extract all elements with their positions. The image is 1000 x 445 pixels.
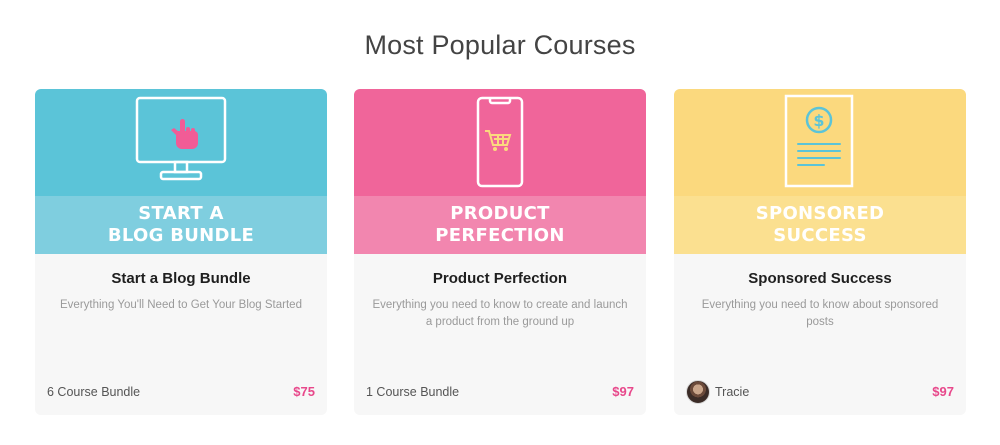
course-bundle-count: 6 Course Bundle [47,385,141,399]
course-card-image[interactable]: PRODUCT PERFECTION [354,89,646,254]
course-description: Everything you need to know about sponso… [701,299,939,328]
banner-line-1: PRODUCT [450,203,550,224]
course-card-image[interactable]: START A BLOG BUNDLE [35,89,327,254]
banner-line-2: SUCCESS [773,225,867,246]
course-bundle-count: 1 Course Bundle [366,385,460,399]
course-title[interactable]: Start a Blog Bundle [45,270,317,287]
course-card-product-perfection[interactable]: PRODUCT PERFECTION Product Perfection Ev… [354,89,646,415]
section-title: Most Popular Courses [364,30,636,60]
course-price: $75 [293,384,315,399]
course-title[interactable]: Sponsored Success [684,270,956,287]
course-card-start-a-blog-bundle[interactable]: START A BLOG BUNDLE Start a Blog Bundle … [35,89,327,415]
banner-line-1: START A [138,203,224,224]
author-name[interactable]: Tracie [715,385,749,399]
course-description: Everything you need to know to create an… [372,299,628,328]
banner-title: PRODUCT PERFECTION [354,203,646,247]
course-cards: START A BLOG BUNDLE Start a Blog Bundle … [35,89,966,415]
course-description: Everything You'll Need to Get Your Blog … [60,299,302,311]
banner-line-2: PERFECTION [435,225,565,246]
course-card-body: Product Perfection Everything you need t… [354,254,646,415]
course-title[interactable]: Product Perfection [364,270,636,287]
course-card-image[interactable]: $ SPONSORED SUCCESS [674,89,966,254]
banner-line-2: BLOG BUNDLE [107,225,255,246]
monitor-hand-icon [135,96,227,181]
course-card-body: Start a Blog Bundle Everything You'll Ne… [35,254,327,415]
course-price: $97 [612,384,634,399]
course-price: $97 [932,384,954,399]
banner-title: START A BLOG BUNDLE [35,203,327,247]
phone-cart-icon [476,96,524,188]
author-avatar[interactable] [686,380,710,404]
svg-text:$: $ [813,111,824,130]
course-card-body: Sponsored Success Everything you need to… [674,254,966,415]
course-author[interactable]: Tracie [686,380,749,404]
dollar-document-icon: $ [784,94,854,188]
banner-line-1: SPONSORED [755,203,885,224]
banner-title: SPONSORED SUCCESS [674,203,966,247]
course-card-sponsored-success[interactable]: $ SPONSORED SUCCESS Sponsored Success Ev… [674,89,966,415]
